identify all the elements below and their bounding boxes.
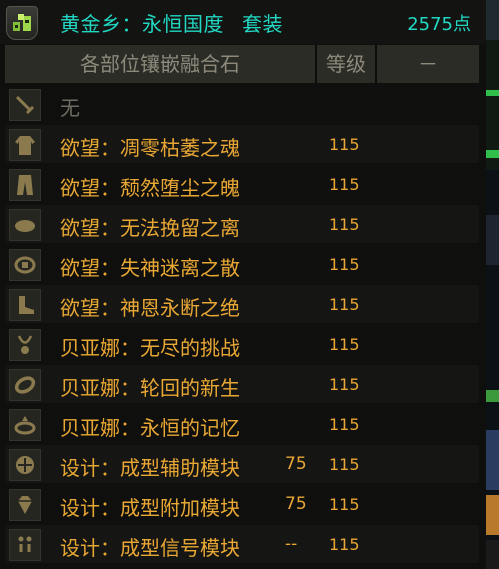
slot-level: 115 <box>329 415 360 434</box>
slot-level: 115 <box>329 175 360 194</box>
necklace-icon <box>9 329 41 361</box>
set-emblem-icon <box>6 6 38 40</box>
earring-icon <box>9 529 41 561</box>
set-points: 2575点 <box>407 14 471 35</box>
weapon-icon <box>9 89 41 121</box>
bracelet-icon <box>9 369 41 401</box>
magic-stone-icon <box>9 489 41 521</box>
slot-sub-value: 75 <box>285 454 307 474</box>
slot-level: 115 <box>329 375 360 394</box>
slot-sub-value: 75 <box>285 494 307 514</box>
panel-header: 黄金乡：永恒国度 套装 2575点 <box>0 0 486 44</box>
slot-level: 115 <box>329 495 360 514</box>
slot-name: 欲望：无法挽留之离 <box>60 216 240 240</box>
slot-row[interactable]: 无 <box>5 85 479 123</box>
slot-level: 115 <box>329 135 360 154</box>
slot-row[interactable]: 贝亚娜：无尽的挑战 115 <box>5 325 479 363</box>
set-name: 黄金乡：永恒国度 <box>60 12 224 36</box>
slot-level: 115 <box>329 255 360 274</box>
ring-icon <box>9 409 41 441</box>
support-icon <box>9 449 41 481</box>
slot-level: 115 <box>329 335 360 354</box>
set-info-panel: 黄金乡：永恒国度 套装 2575点 各部位镶嵌融合石 等级 － 无 欲望：凋零枯萎… <box>0 0 486 569</box>
slot-row[interactable]: 贝亚娜：永恒的记忆 115 <box>5 405 479 443</box>
slot-level: 115 <box>329 295 360 314</box>
coat-icon <box>9 129 41 161</box>
set-title: 黄金乡：永恒国度 套装 <box>60 8 283 37</box>
slot-row[interactable]: 欲望：凋零枯萎之魂 115 <box>5 125 479 163</box>
slot-row[interactable]: 欲望：无法挽留之离 115 <box>5 205 479 243</box>
slot-name: 贝亚娜：轮回的新生 <box>60 376 240 400</box>
background-window-edge <box>486 0 499 569</box>
slot-level: 115 <box>329 455 360 474</box>
slot-row[interactable]: 欲望：失神迷离之散 115 <box>5 245 479 283</box>
slot-row[interactable]: 设计：成型附加模块 75 115 <box>5 485 479 523</box>
slot-level: 115 <box>329 535 360 554</box>
slot-name: 欲望：神恩永断之绝 <box>60 296 240 320</box>
slot-name: 欲望：凋零枯萎之魂 <box>60 136 240 160</box>
slot-name: 无 <box>60 96 80 120</box>
set-suit-label: 套装 <box>242 12 283 36</box>
slot-row[interactable]: 贝亚娜：轮回的新生 115 <box>5 365 479 403</box>
slot-sub-value: -- <box>285 534 298 554</box>
column-extra-header[interactable]: － <box>377 45 479 83</box>
slot-row[interactable]: 欲望：颓然堕尘之魄 115 <box>5 165 479 203</box>
slot-row[interactable]: 欲望：神恩永断之绝 115 <box>5 285 479 323</box>
slot-name: 设计：成型辅助模块 <box>60 456 240 480</box>
slot-name: 欲望：失神迷离之散 <box>60 256 240 280</box>
slot-row[interactable]: 设计：成型信号模块 -- 115 <box>5 525 479 563</box>
slot-name: 欲望：颓然堕尘之魄 <box>60 176 240 200</box>
slot-name: 贝亚娜：无尽的挑战 <box>60 336 240 360</box>
slot-name: 设计：成型信号模块 <box>60 536 240 560</box>
column-name-header[interactable]: 各部位镶嵌融合石 <box>5 45 317 83</box>
shoes-icon <box>9 289 41 321</box>
shoulder-icon <box>9 209 41 241</box>
pants-icon <box>9 169 41 201</box>
slot-level: 115 <box>329 215 360 234</box>
column-header: 各部位镶嵌融合石 等级 － <box>5 45 479 83</box>
column-level-header[interactable]: 等级 <box>317 45 377 83</box>
belt-icon <box>9 249 41 281</box>
slot-name: 贝亚娜：永恒的记忆 <box>60 416 240 440</box>
slot-name: 设计：成型附加模块 <box>60 496 240 520</box>
slot-row[interactable]: 设计：成型辅助模块 75 115 <box>5 445 479 483</box>
